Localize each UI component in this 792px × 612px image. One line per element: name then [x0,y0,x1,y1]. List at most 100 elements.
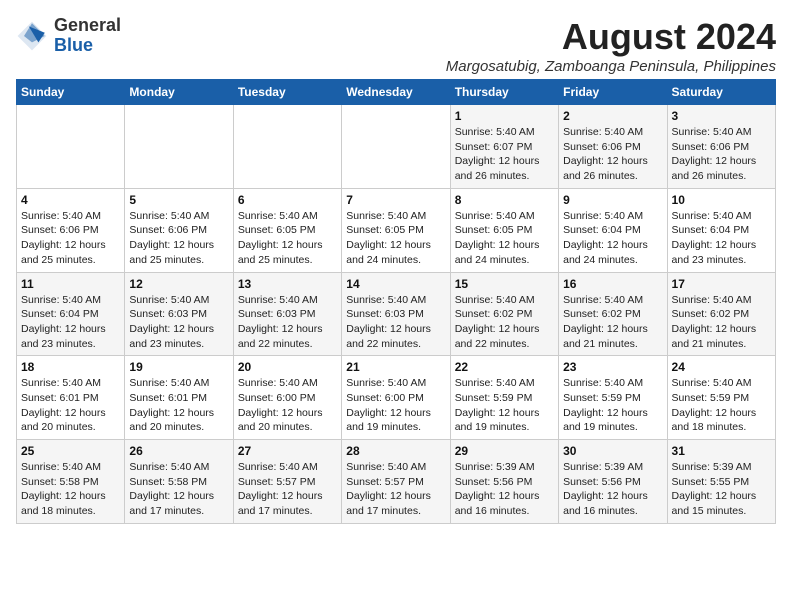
day-info: Sunrise: 5:40 AM Sunset: 6:06 PM Dayligh… [672,125,771,184]
day-info: Sunrise: 5:40 AM Sunset: 5:58 PM Dayligh… [129,460,228,519]
calendar-cell: 11 Sunrise: 5:40 AM Sunset: 6:04 PM Dayli… [17,272,125,356]
day-number: 17 [672,277,771,291]
header-day: Monday [125,80,233,105]
main-title: August 2024 [446,16,776,58]
calendar-cell: 10Sunrise: 5:40 AM Sunset: 6:04 PM Dayli… [667,188,775,272]
calendar-cell [233,105,341,189]
calendar-cell: 24Sunrise: 5:40 AM Sunset: 5:59 PM Dayli… [667,356,775,440]
day-info: Sunrise: 5:40 AM Sunset: 5:59 PM Dayligh… [563,376,662,435]
calendar-cell [17,105,125,189]
header-day: Thursday [450,80,558,105]
calendar-cell: 6 Sunrise: 5:40 AM Sunset: 6:05 PM Daylig… [233,188,341,272]
day-number: 26 [129,444,228,458]
header-day: Saturday [667,80,775,105]
day-number: 14 [346,277,445,291]
day-number: 6 [238,193,337,207]
calendar-cell: 22 Sunrise: 5:40 AM Sunset: 5:59 PM Dayli… [450,356,558,440]
calendar-cell: 17 Sunrise: 5:40 AM Sunset: 6:02 PM Dayli… [667,272,775,356]
day-info: Sunrise: 5:40 AM Sunset: 6:02 PM Dayligh… [455,293,554,352]
calendar-cell: 23Sunrise: 5:40 AM Sunset: 5:59 PM Dayli… [559,356,667,440]
header-row: SundayMondayTuesdayWednesdayThursdayFrid… [17,80,776,105]
day-number: 13 [238,277,337,291]
calendar-header: SundayMondayTuesdayWednesdayThursdayFrid… [17,80,776,105]
calendar-cell: 4 Sunrise: 5:40 AM Sunset: 6:06 PM Daylig… [17,188,125,272]
calendar-cell: 12 Sunrise: 5:40 AM Sunset: 6:03 PM Dayli… [125,272,233,356]
calendar-cell: 29 Sunrise: 5:39 AM Sunset: 5:56 PM Dayli… [450,440,558,524]
calendar-cell: 20Sunrise: 5:40 AM Sunset: 6:00 PM Dayli… [233,356,341,440]
day-info: Sunrise: 5:39 AM Sunset: 5:56 PM Dayligh… [455,460,554,519]
day-info: Sunrise: 5:40 AM Sunset: 6:02 PM Dayligh… [563,293,662,352]
day-info: Sunrise: 5:40 AM Sunset: 6:01 PM Dayligh… [129,376,228,435]
logo-general: General [54,16,121,36]
calendar-cell: 19 Sunrise: 5:40 AM Sunset: 6:01 PM Dayli… [125,356,233,440]
day-number: 8 [455,193,554,207]
calendar-cell: 8 Sunrise: 5:40 AM Sunset: 6:05 PM Daylig… [450,188,558,272]
calendar-cell: 13 Sunrise: 5:40 AM Sunset: 6:03 PM Dayli… [233,272,341,356]
day-number: 11 [21,277,120,291]
calendar-cell [125,105,233,189]
day-info: Sunrise: 5:40 AM Sunset: 6:07 PM Dayligh… [455,125,554,184]
day-number: 30 [563,444,662,458]
day-info: Sunrise: 5:40 AM Sunset: 6:03 PM Dayligh… [129,293,228,352]
day-number: 9 [563,193,662,207]
calendar-cell: 9 Sunrise: 5:40 AM Sunset: 6:04 PM Daylig… [559,188,667,272]
calendar-cell: 25Sunrise: 5:40 AM Sunset: 5:58 PM Dayli… [17,440,125,524]
day-number: 7 [346,193,445,207]
day-info: Sunrise: 5:40 AM Sunset: 6:01 PM Dayligh… [21,376,120,435]
logo-text: General Blue [54,16,121,56]
day-info: Sunrise: 5:40 AM Sunset: 6:00 PM Dayligh… [238,376,337,435]
calendar-cell: 26 Sunrise: 5:40 AM Sunset: 5:58 PM Dayli… [125,440,233,524]
calendar-cell: 2 Sunrise: 5:40 AM Sunset: 6:06 PM Daylig… [559,105,667,189]
day-info: Sunrise: 5:40 AM Sunset: 6:04 PM Dayligh… [21,293,120,352]
calendar-cell: 21Sunrise: 5:40 AM Sunset: 6:00 PM Dayli… [342,356,450,440]
logo: General Blue [16,16,121,56]
day-number: 12 [129,277,228,291]
day-info: Sunrise: 5:40 AM Sunset: 6:02 PM Dayligh… [672,293,771,352]
day-info: Sunrise: 5:40 AM Sunset: 6:03 PM Dayligh… [238,293,337,352]
calendar-cell: 16 Sunrise: 5:40 AM Sunset: 6:02 PM Dayli… [559,272,667,356]
day-number: 3 [672,109,771,123]
day-number: 2 [563,109,662,123]
day-number: 15 [455,277,554,291]
calendar-cell: 28 Sunrise: 5:40 AM Sunset: 5:57 PM Dayli… [342,440,450,524]
day-info: Sunrise: 5:40 AM Sunset: 6:05 PM Dayligh… [455,209,554,268]
day-number: 31 [672,444,771,458]
calendar-week-row: 11 Sunrise: 5:40 AM Sunset: 6:04 PM Dayli… [17,272,776,356]
day-info: Sunrise: 5:40 AM Sunset: 6:05 PM Dayligh… [238,209,337,268]
calendar-cell [342,105,450,189]
day-number: 16 [563,277,662,291]
day-info: Sunrise: 5:40 AM Sunset: 6:06 PM Dayligh… [563,125,662,184]
day-info: Sunrise: 5:40 AM Sunset: 6:05 PM Dayligh… [346,209,445,268]
logo-icon [16,20,48,52]
day-number: 28 [346,444,445,458]
day-number: 25 [21,444,120,458]
day-number: 29 [455,444,554,458]
day-info: Sunrise: 5:40 AM Sunset: 6:06 PM Dayligh… [21,209,120,268]
day-info: Sunrise: 5:40 AM Sunset: 5:59 PM Dayligh… [672,376,771,435]
calendar-cell: 7 Sunrise: 5:40 AM Sunset: 6:05 PM Daylig… [342,188,450,272]
day-number: 22 [455,360,554,374]
calendar-cell: 14Sunrise: 5:40 AM Sunset: 6:03 PM Dayli… [342,272,450,356]
calendar-cell: 27Sunrise: 5:40 AM Sunset: 5:57 PM Dayli… [233,440,341,524]
logo-blue: Blue [54,36,121,56]
subtitle: Margosatubig, Zamboanga Peninsula, Phili… [446,58,776,75]
page-header: General Blue August 2024 Margosatubig, Z… [16,16,776,75]
calendar-cell: 18 Sunrise: 5:40 AM Sunset: 6:01 PM Dayli… [17,356,125,440]
calendar-body: 1Sunrise: 5:40 AM Sunset: 6:07 PM Daylig… [17,105,776,524]
day-info: Sunrise: 5:40 AM Sunset: 6:04 PM Dayligh… [563,209,662,268]
day-info: Sunrise: 5:40 AM Sunset: 5:57 PM Dayligh… [346,460,445,519]
calendar-week-row: 1Sunrise: 5:40 AM Sunset: 6:07 PM Daylig… [17,105,776,189]
calendar-cell: 30Sunrise: 5:39 AM Sunset: 5:56 PM Dayli… [559,440,667,524]
calendar-cell: 31 Sunrise: 5:39 AM Sunset: 5:55 PM Dayli… [667,440,775,524]
calendar-cell: 15 Sunrise: 5:40 AM Sunset: 6:02 PM Dayli… [450,272,558,356]
header-day: Friday [559,80,667,105]
day-info: Sunrise: 5:40 AM Sunset: 6:06 PM Dayligh… [129,209,228,268]
day-number: 18 [21,360,120,374]
calendar-cell: 3 Sunrise: 5:40 AM Sunset: 6:06 PM Daylig… [667,105,775,189]
day-number: 19 [129,360,228,374]
day-info: Sunrise: 5:40 AM Sunset: 6:04 PM Dayligh… [672,209,771,268]
day-info: Sunrise: 5:39 AM Sunset: 5:55 PM Dayligh… [672,460,771,519]
day-number: 21 [346,360,445,374]
day-number: 4 [21,193,120,207]
day-info: Sunrise: 5:40 AM Sunset: 5:59 PM Dayligh… [455,376,554,435]
